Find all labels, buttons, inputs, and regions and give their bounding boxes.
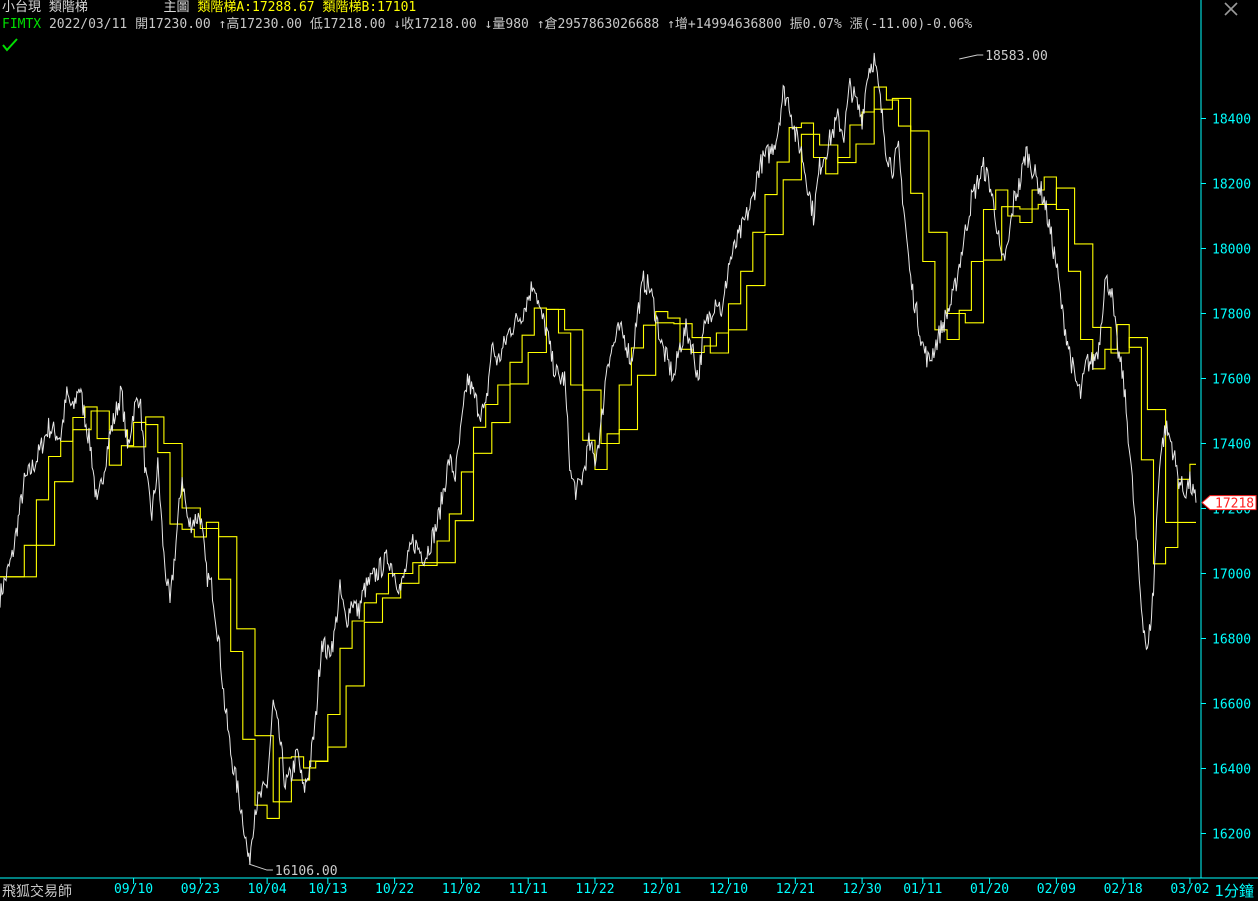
y-tick-label: 18200 xyxy=(1212,178,1251,193)
price-layer xyxy=(0,52,1197,865)
x-tick-label: 12/21 xyxy=(776,882,815,897)
x-tick-label: 10/13 xyxy=(308,882,347,897)
extreme-price-label: 16106.00 xyxy=(275,864,338,879)
x-tick-label: 02/18 xyxy=(1104,882,1143,897)
x-tick-label: 01/20 xyxy=(970,882,1009,897)
y-tick-label: 17800 xyxy=(1212,308,1251,323)
last-price-label: 17218 xyxy=(1215,497,1254,512)
x-tick-label: 09/10 xyxy=(114,882,153,897)
x-axis-ticks: 09/10 09/23 10/04 10/13 10/22 11/02 11/11 11/22… xyxy=(114,878,1209,897)
ladder-b-line xyxy=(0,97,1196,803)
price-chart[interactable]: 1620016400166001680017000172001740017600… xyxy=(0,0,1258,899)
y-tick-label: 17600 xyxy=(1212,373,1251,388)
x-tick-label: 12/10 xyxy=(709,882,748,897)
y-tick-label: 18000 xyxy=(1212,243,1251,258)
x-tick-label: 12/30 xyxy=(843,882,882,897)
annotation-leader xyxy=(248,863,273,871)
extreme-price-label: 18583.00 xyxy=(985,49,1048,64)
x-tick-label: 02/09 xyxy=(1037,882,1076,897)
price-series xyxy=(0,52,1197,865)
x-tick-label: 10/22 xyxy=(375,882,414,897)
x-tick-label: 11/02 xyxy=(442,882,481,897)
last-price-marker: 17218 xyxy=(1201,495,1257,512)
period-selector[interactable]: 1分鐘 xyxy=(1214,880,1254,901)
annotation-leader xyxy=(959,54,984,60)
x-tick-label: 11/11 xyxy=(509,882,548,897)
app-brand: 飛狐交易師 xyxy=(2,884,72,900)
y-tick-label: 18400 xyxy=(1212,113,1251,128)
y-tick-label: 16200 xyxy=(1212,828,1251,843)
y-tick-label: 16400 xyxy=(1212,763,1251,778)
x-tick-label: 10/04 xyxy=(248,882,287,897)
x-tick-label: 03/02 xyxy=(1170,882,1209,897)
y-tick-label: 16800 xyxy=(1212,633,1251,648)
y-axis-ticks: 1620016400166001680017000172001740017600… xyxy=(1201,113,1251,843)
x-tick-label: 01/11 xyxy=(903,882,942,897)
y-tick-label: 17400 xyxy=(1212,438,1251,453)
y-tick-label: 17000 xyxy=(1212,568,1251,583)
x-tick-label: 09/23 xyxy=(181,882,220,897)
extreme-annotations: 18583.00 16106.00 xyxy=(248,49,1048,879)
y-tick-label: 16600 xyxy=(1212,698,1251,713)
x-tick-label: 12/01 xyxy=(642,882,681,897)
x-tick-label: 11/22 xyxy=(575,882,614,897)
